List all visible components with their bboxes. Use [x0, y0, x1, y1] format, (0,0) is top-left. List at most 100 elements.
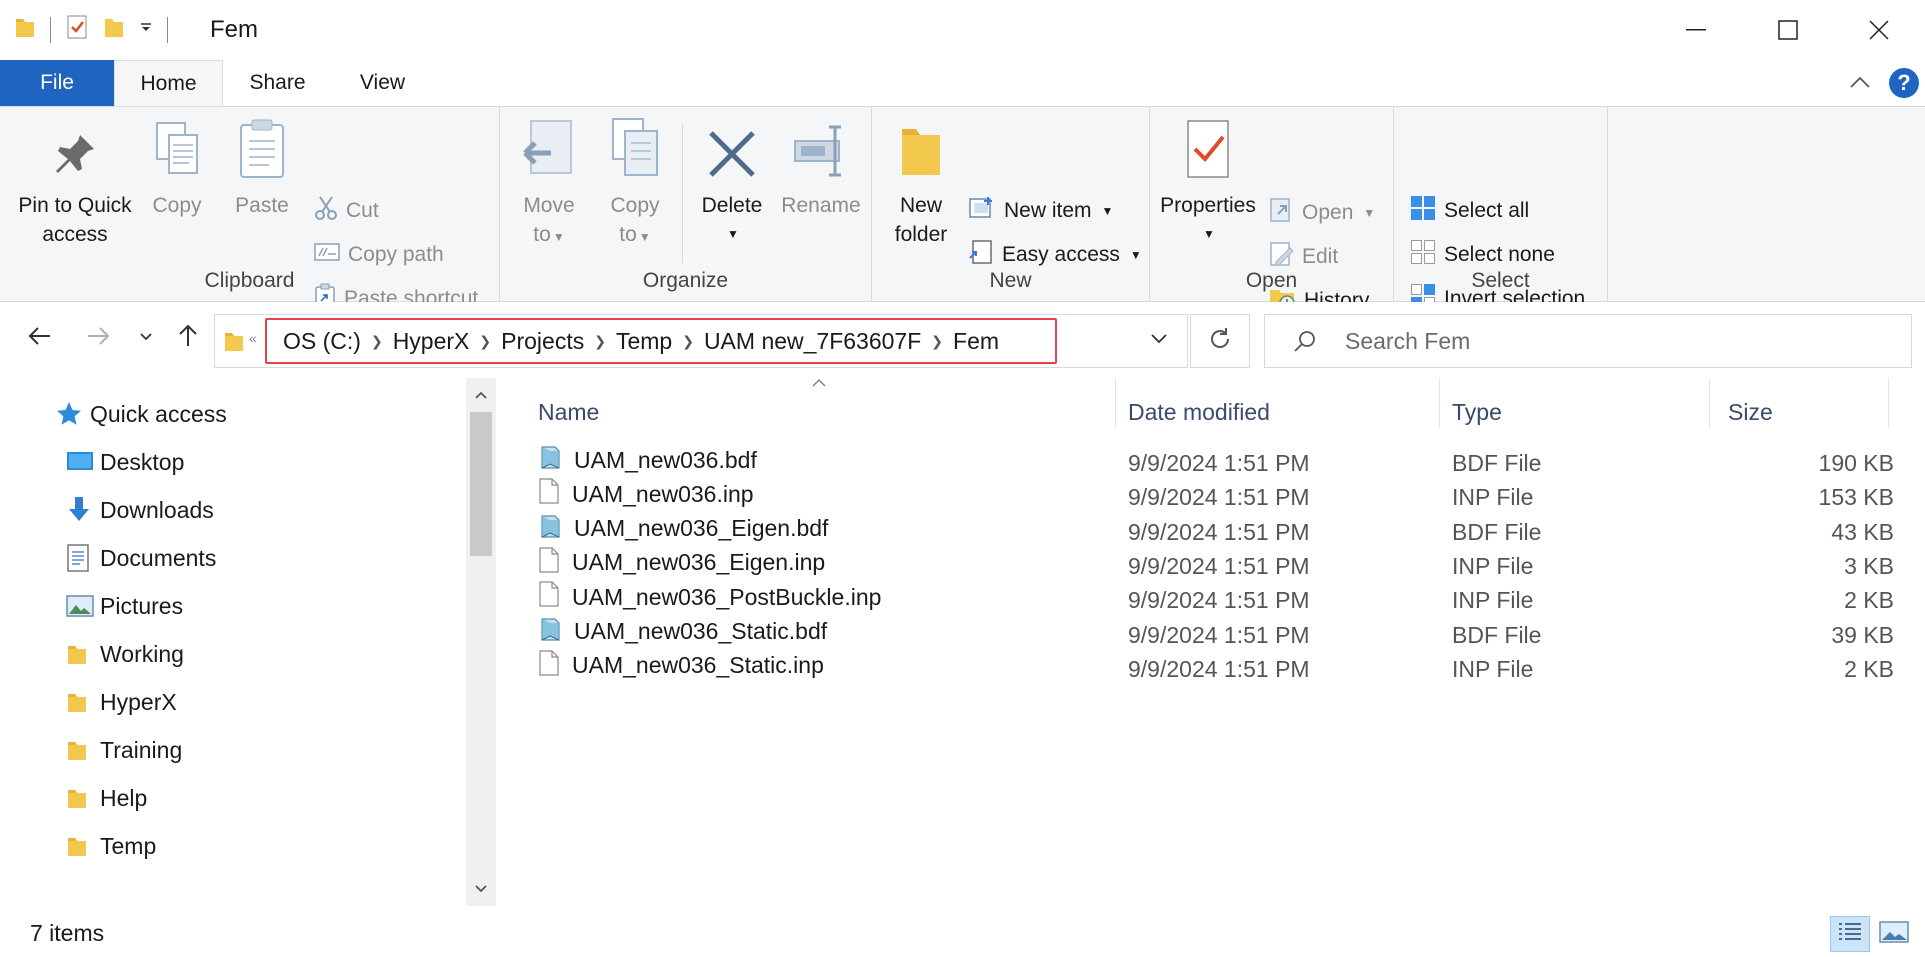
- new-item-icon: [968, 195, 996, 227]
- easy-access-button[interactable]: Easy access ▼: [968, 237, 1142, 273]
- chevron-right-icon[interactable]: ❯: [682, 333, 694, 350]
- cut-button[interactable]: Cut: [314, 193, 379, 229]
- sidebar-item-desktop[interactable]: Desktop: [66, 438, 486, 486]
- paste-button[interactable]: Paste: [222, 119, 302, 220]
- sidebar-item-training[interactable]: Training: [66, 726, 486, 774]
- item-count: 7 items: [30, 920, 105, 946]
- sidebar-item-temp[interactable]: Temp: [66, 822, 486, 870]
- sidebar-item-working[interactable]: Working: [66, 630, 486, 678]
- recent-locations-button[interactable]: [128, 320, 164, 356]
- properties-button[interactable]: Properties ▼: [1160, 120, 1256, 249]
- address-dropdown-button[interactable]: [1131, 315, 1187, 367]
- rename-button[interactable]: Rename: [776, 121, 866, 220]
- select-all-button[interactable]: Select all: [1410, 193, 1529, 229]
- copy-to-button[interactable]: Copy to ▼: [600, 118, 670, 252]
- file-size: 2 KB: [1844, 587, 1894, 614]
- copy-path-button[interactable]: Copy path: [314, 237, 444, 273]
- scroll-down-icon[interactable]: [466, 874, 496, 904]
- clipboard-group-label: Clipboard: [204, 269, 295, 292]
- open-button[interactable]: Open ▼: [1268, 195, 1375, 231]
- nav-scrollbar[interactable]: [466, 378, 496, 906]
- collapse-ribbon-button[interactable]: [1847, 70, 1873, 101]
- file-name-cell[interactable]: UAM_new036_Eigen.inp: [538, 547, 825, 579]
- move-to-button[interactable]: Move to ▼: [514, 120, 584, 252]
- sidebar-item-quick-access[interactable]: Quick access: [56, 390, 476, 438]
- pin-to-quick-access-button[interactable]: Pin to Quick access: [16, 121, 134, 249]
- tab-view[interactable]: View: [335, 60, 430, 106]
- search-box[interactable]: Search Fem: [1264, 314, 1912, 368]
- file-name-cell[interactable]: UAM_new036.inp: [538, 478, 754, 510]
- column-header-name[interactable]: Name: [500, 388, 1115, 436]
- tab-share[interactable]: Share: [235, 60, 320, 106]
- large-icons-view-button[interactable]: [1874, 916, 1914, 952]
- new-group-label: New: [989, 269, 1032, 292]
- quick-access-toolbar: [14, 14, 168, 45]
- sidebar-item-hyperx[interactable]: HyperX: [66, 678, 486, 726]
- properties-quick-icon[interactable]: [65, 14, 89, 45]
- file-name-cell[interactable]: UAM_new036_Static.inp: [538, 650, 824, 682]
- tab-file[interactable]: File: [0, 60, 114, 106]
- details-view-icon: [1836, 920, 1864, 949]
- new-item-button[interactable]: New item ▼: [968, 193, 1113, 229]
- forward-arrow-icon: [86, 326, 110, 351]
- customize-toolbar-icon[interactable]: [139, 20, 153, 39]
- scroll-thumb[interactable]: [470, 412, 492, 556]
- back-button[interactable]: [22, 320, 58, 356]
- copy-icon: [151, 119, 203, 187]
- documents-icon: [66, 544, 100, 572]
- chevron-right-icon[interactable]: ❯: [479, 333, 491, 350]
- close-button[interactable]: [1833, 0, 1925, 60]
- sidebar-item-help[interactable]: Help: [66, 774, 486, 822]
- sidebar-item-documents[interactable]: Documents: [66, 534, 486, 582]
- column-header-size[interactable]: Size: [1690, 388, 1890, 436]
- file-date: 9/9/2024 1:51 PM: [1128, 518, 1310, 545]
- easy-access-icon: [968, 238, 994, 272]
- refresh-icon: [1208, 327, 1232, 356]
- column-header-type[interactable]: Type: [1414, 388, 1684, 436]
- sidebar-item-downloads[interactable]: Downloads: [66, 486, 486, 534]
- breadcrumb-os[interactable]: OS (C:): [283, 328, 361, 355]
- select-none-button[interactable]: Select none: [1410, 237, 1555, 273]
- search-input[interactable]: Search Fem: [1345, 328, 1470, 355]
- file-name: UAM_new036_Static.bdf: [574, 618, 828, 644]
- breadcrumb-projects[interactable]: Projects: [501, 328, 584, 355]
- overflow-chevron-icon[interactable]: «: [249, 330, 257, 346]
- file-name-cell[interactable]: UAM_new036.bdf: [538, 444, 757, 476]
- column-header-date[interactable]: Date modified: [1090, 388, 1414, 436]
- copy-button[interactable]: Copy: [140, 121, 214, 220]
- refresh-button[interactable]: [1190, 314, 1250, 368]
- chevron-right-icon[interactable]: ❯: [371, 333, 383, 350]
- help-button[interactable]: ?: [1889, 68, 1919, 98]
- select-group: Select all Select none Invert selection …: [1394, 107, 1608, 310]
- address-bar[interactable]: « OS (C:) ❯ HyperX ❯ Projects ❯ Temp ❯ U…: [214, 314, 1188, 368]
- up-arrow-icon: [178, 324, 198, 353]
- inp-file-icon: [538, 650, 560, 682]
- maximize-button[interactable]: [1742, 0, 1834, 60]
- breadcrumb-fem[interactable]: Fem: [953, 328, 999, 355]
- up-button[interactable]: [170, 320, 206, 356]
- window-title: Fem: [210, 16, 258, 43]
- chevron-right-icon[interactable]: ❯: [594, 333, 606, 350]
- scroll-up-icon[interactable]: [466, 380, 496, 410]
- new-folder-button[interactable]: New folder: [886, 121, 956, 249]
- table-row[interactable]: UAM_new036_Static.inp 9/9/2024 1:51 PM INP…: [538, 648, 1918, 690]
- file-date: 9/9/2024 1:51 PM: [1128, 655, 1310, 682]
- file-name-cell[interactable]: UAM_new036_Static.bdf: [538, 616, 827, 648]
- file-name: UAM_new036_Static.inp: [572, 652, 824, 679]
- breadcrumb-hyperx[interactable]: HyperX: [393, 328, 470, 355]
- new-folder-quick-icon[interactable]: [103, 15, 125, 44]
- folder-icon: [14, 15, 36, 44]
- star-icon: [56, 401, 90, 427]
- forward-button[interactable]: [80, 320, 116, 356]
- breadcrumb-uam-new[interactable]: UAM new_7F63607F: [704, 328, 921, 355]
- file-name-cell[interactable]: UAM_new036_Eigen.bdf: [538, 513, 828, 545]
- tab-home[interactable]: Home: [114, 60, 223, 107]
- details-view-button[interactable]: [1830, 916, 1870, 952]
- delete-button[interactable]: Delete ▼: [696, 121, 768, 249]
- breadcrumb-temp[interactable]: Temp: [616, 328, 672, 355]
- sidebar-item-pictures[interactable]: Pictures: [66, 582, 486, 630]
- file-name-cell[interactable]: UAM_new036_PostBuckle.inp: [538, 581, 881, 613]
- chevron-right-icon[interactable]: ❯: [931, 333, 943, 350]
- minimize-button[interactable]: [1650, 0, 1742, 60]
- chevron-down-icon: [139, 329, 153, 347]
